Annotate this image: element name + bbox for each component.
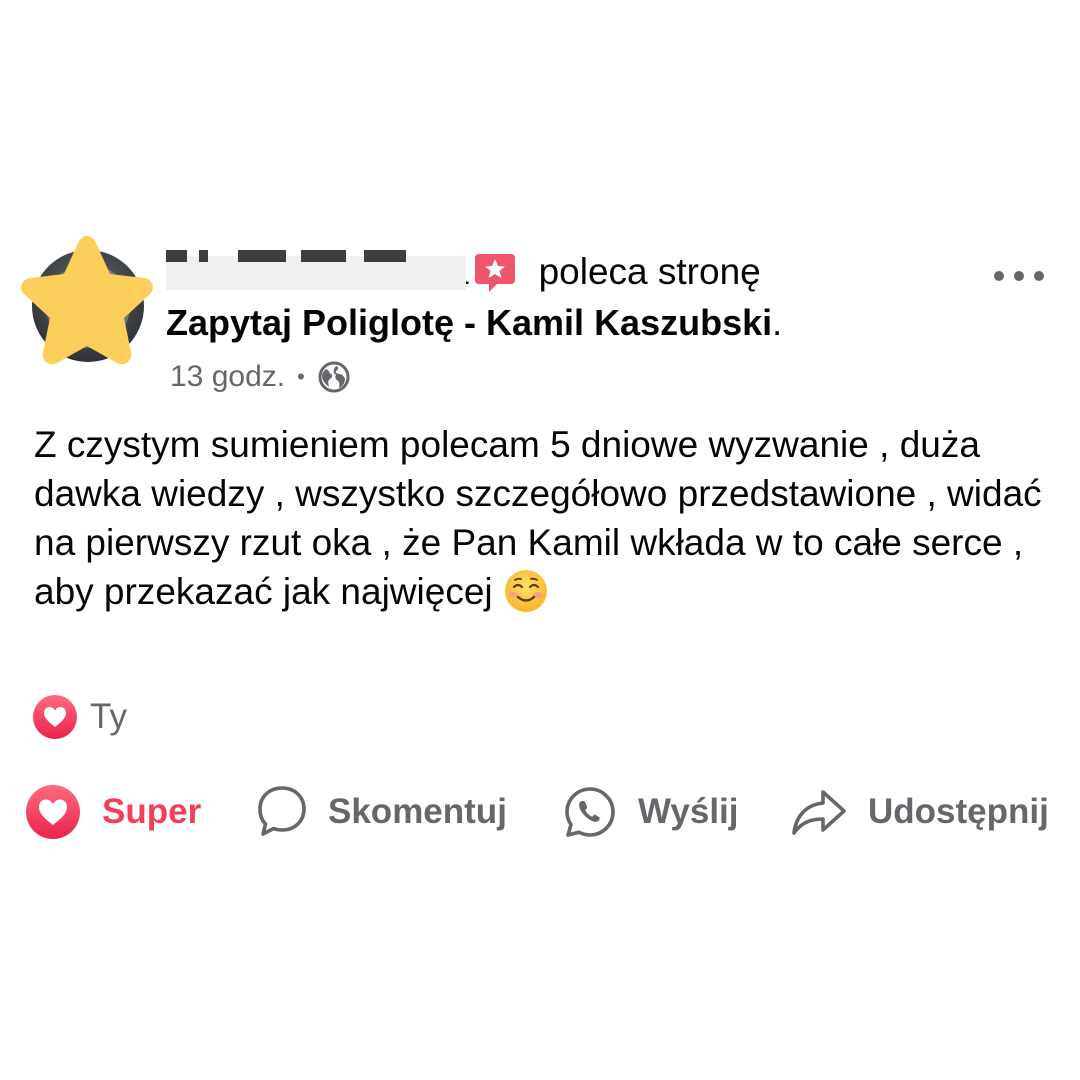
- post-text: Z czystym sumieniem polecam 5 dniowe wyz…: [34, 420, 1044, 616]
- reactions-summary[interactable]: Ty: [32, 694, 127, 740]
- share-arrow-icon: [792, 790, 846, 835]
- meta-separator: •: [297, 364, 305, 389]
- more-options-button[interactable]: [994, 262, 1044, 290]
- post-meta: 13 godz. •: [170, 360, 351, 394]
- send-label: Wyślij: [638, 792, 739, 831]
- share-label: Udostępnij: [868, 792, 1049, 831]
- super-reaction-button[interactable]: Super: [24, 780, 201, 844]
- recommend-icon: [474, 254, 515, 292]
- share-button[interactable]: Udostępnij: [790, 780, 1049, 844]
- heart-icon: [33, 695, 77, 739]
- star-sticker-icon: [21, 236, 153, 365]
- comment-bubble-icon: [258, 786, 306, 836]
- recommend-text: poleca stronę: [538, 251, 761, 292]
- reactions-who: Ty: [90, 697, 127, 736]
- author-name-redacted[interactable]: [166, 250, 466, 294]
- globe-icon[interactable]: [317, 360, 351, 394]
- comment-label: Skomentuj: [328, 792, 507, 831]
- whatsapp-icon: [565, 787, 615, 837]
- heart-icon: [26, 785, 80, 839]
- dot-icon: [1014, 271, 1024, 281]
- comment-button[interactable]: Skomentuj: [256, 780, 507, 844]
- page-name-line: Zapytaj Poliglotę - Kamil Kaszubski.: [166, 302, 782, 344]
- send-button[interactable]: Wyślij: [562, 780, 739, 844]
- super-label: Super: [102, 792, 202, 831]
- timestamp[interactable]: 13 godz.: [170, 360, 285, 394]
- dot-icon: [1034, 271, 1044, 281]
- action-bar: Super Skomentuj Wyślij Udostępnij: [24, 780, 1064, 844]
- post-card: a poleca stronę Zapytaj Poliglotę - Kami…: [0, 0, 1080, 1080]
- dot-icon: [994, 271, 1004, 281]
- page-name-period: .: [772, 302, 783, 343]
- post-header: a poleca stronę: [166, 248, 761, 296]
- page-name-link[interactable]: Zapytaj Poliglotę - Kamil Kaszubski: [166, 302, 772, 343]
- smiling-face-icon: [504, 570, 547, 612]
